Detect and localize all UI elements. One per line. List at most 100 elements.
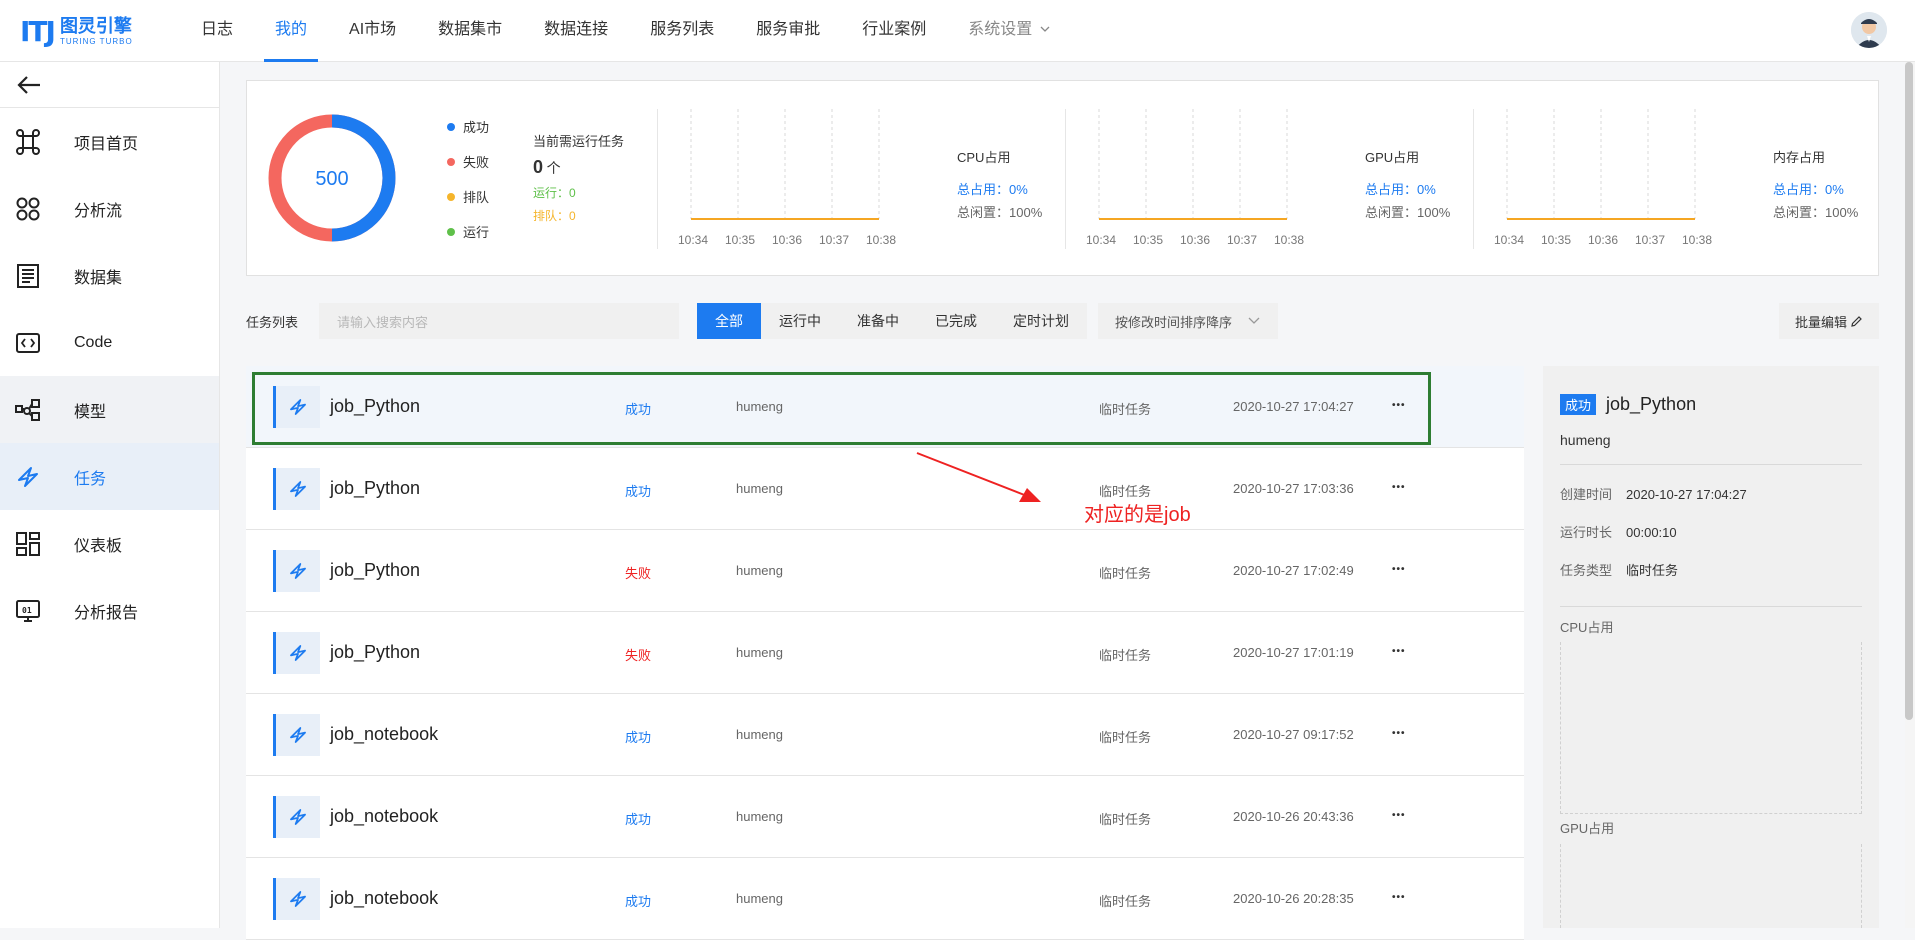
sidebar-item[interactable]: 分析流	[0, 175, 219, 242]
more-icon[interactable]: •••	[1392, 646, 1406, 657]
monitor-panel-2: 10:34 10:35 10:36 10:37 10:38 内存占用 总占用：0% 总闲置：1…	[1473, 109, 1868, 249]
job-type: 临时任务	[1099, 730, 1152, 745]
tab-3[interactable]: 已完成	[917, 303, 995, 339]
detail-created: 创建时间 2020-10-27 17:04:27	[1560, 484, 1747, 503]
more-icon[interactable]: •••	[1392, 892, 1406, 903]
sidebar-item[interactable]: 数据集	[0, 242, 219, 309]
monitor-panel-1: 10:34 10:35 10:36 10:37 10:38 GPU占用 总占用：0% 总闲置：…	[1065, 109, 1460, 249]
nav-item[interactable]: 系统设置	[947, 0, 1071, 62]
task-list-label: 任务列表	[246, 315, 299, 330]
user-avatar[interactable]	[1851, 12, 1887, 48]
sidebar-item-label: 分析报告	[74, 604, 139, 622]
legend-label: 运行	[463, 225, 490, 240]
table-row[interactable]: job_Python 失败 humeng 临时任务 2020-10-27 17:02:4…	[246, 530, 1524, 612]
job-status: 失败	[625, 566, 652, 581]
tab-0[interactable]: 全部	[697, 303, 761, 339]
avatar-icon	[1851, 12, 1887, 48]
code-icon	[14, 329, 42, 357]
legend-dot	[447, 157, 455, 166]
table-row[interactable]: job_Python 成功 humeng 临时任务 2020-10-27 17:04:2…	[246, 366, 1524, 448]
job-icon	[276, 878, 320, 920]
dataset-icon	[14, 262, 42, 290]
sidebar-item[interactable]: 模型	[0, 376, 219, 443]
table-row[interactable]: job_Python 失败 humeng 临时任务 2020-10-27 17:01:1…	[246, 612, 1524, 694]
job-type: 临时任务	[1099, 402, 1152, 417]
more-icon[interactable]: •••	[1392, 482, 1406, 493]
scrollbar-thumb[interactable]	[1905, 62, 1913, 720]
nav-item-label: AI市场	[349, 21, 397, 38]
monitor-label: CPU占用	[957, 150, 1011, 165]
sidebar-item-label: 数据集	[74, 269, 123, 287]
search-placeholder: 请输入搜索内容	[337, 314, 429, 330]
detail-title: job_Python	[1606, 394, 1697, 414]
nav-item-label: 服务列表	[650, 21, 715, 38]
donut-chart: 500	[268, 114, 396, 242]
brand-name-cn: 图灵引擎	[59, 15, 132, 36]
task-toolbar: 任务列表 请输入搜索内容 全部 运行中 准备中 已完成 定时计划 按修改时间排序降序 批…	[246, 302, 1879, 339]
tab-1[interactable]: 运行中	[761, 303, 839, 339]
tab-2[interactable]: 准备中	[839, 303, 917, 339]
sidebar-item[interactable]: 任务	[0, 443, 219, 510]
sidebar-item[interactable]: 项目首页	[0, 108, 219, 175]
monitor-tick: 10:35	[1133, 233, 1164, 247]
divider	[1560, 606, 1862, 607]
job-name[interactable]: job_Python	[330, 396, 420, 417]
detail-gpu-chart	[1560, 844, 1862, 928]
more-icon[interactable]: •••	[1392, 728, 1406, 739]
job-user: humeng	[736, 399, 783, 414]
nav-item[interactable]: 行业案例	[841, 0, 947, 62]
detail-duration-label: 运行时长	[1560, 525, 1613, 540]
table-row[interactable]: job_notebook 成功 humeng 临时任务 2020-10-27 09:17…	[246, 694, 1524, 776]
job-icon	[276, 632, 320, 674]
tab-4[interactable]: 定时计划	[995, 303, 1087, 339]
nav-item[interactable]: 数据连接	[523, 0, 629, 62]
job-name[interactable]: job_notebook	[330, 888, 438, 909]
job-name[interactable]: job_Python	[330, 560, 420, 581]
detail-type-label: 任务类型	[1560, 563, 1613, 578]
more-icon[interactable]: •••	[1392, 810, 1406, 821]
nav-item[interactable]: AI市场	[328, 0, 417, 62]
nav-item[interactable]: 数据集市	[417, 0, 523, 62]
nav-item[interactable]: 服务列表	[629, 0, 735, 62]
sort-select[interactable]: 按修改时间排序降序	[1098, 303, 1278, 339]
current-unit: 个	[546, 160, 561, 176]
current-title: 当前需运行任务	[533, 134, 625, 149]
detail-cpu-label: CPU占用	[1560, 620, 1614, 635]
sidebar-item[interactable]: 仪表板	[0, 510, 219, 577]
monitor-label: 内存占用	[1773, 150, 1826, 165]
nav-item-label: 行业案例	[862, 21, 927, 38]
brand-logo[interactable]: ITJ 图灵引擎 TURING TURBO	[20, 13, 133, 49]
job-icon	[276, 796, 320, 838]
job-name[interactable]: job_notebook	[330, 724, 438, 745]
detail-created-label: 创建时间	[1560, 487, 1613, 502]
job-icon	[276, 550, 320, 592]
monitor-panel-0: 10:34 10:35 10:36 10:37 10:38 CPU占用 总占用：0% 总闲置：…	[657, 109, 1052, 249]
nav-item[interactable]: 日志	[180, 0, 254, 62]
monitor-tick: 10:37	[1635, 233, 1666, 247]
table-row[interactable]: job_Python 成功 humeng 临时任务 2020-10-27 17:03:3…	[246, 448, 1524, 530]
job-time: 2020-10-27 17:03:36	[1233, 481, 1354, 496]
back-button[interactable]	[0, 62, 219, 108]
search-input[interactable]: 请输入搜索内容	[319, 303, 1058, 339]
more-icon[interactable]: •••	[1392, 400, 1406, 411]
nav-item[interactable]: 我的	[254, 0, 328, 62]
monitor-tick: 10:34	[1086, 233, 1117, 247]
job-name[interactable]: job_Python	[330, 478, 420, 499]
table-row[interactable]: job_notebook 成功 humeng 临时任务 2020-10-26 20:43…	[246, 776, 1524, 858]
monitor-tick: 10:37	[1227, 233, 1258, 247]
job-time: 2020-10-26 20:28:35	[1233, 891, 1354, 906]
detail-created-value: 2020-10-27 17:04:27	[1626, 487, 1747, 502]
sidebar-item[interactable]: Code	[0, 309, 219, 376]
legend-item: 失败	[447, 144, 489, 179]
detail-duration-value: 00:00:10	[1626, 525, 1677, 540]
more-icon[interactable]: •••	[1392, 564, 1406, 575]
nav-item[interactable]: 服务审批	[735, 0, 841, 62]
sidebar-item[interactable]: 01 分析报告	[0, 577, 219, 644]
job-type: 临时任务	[1099, 566, 1152, 581]
stats-panel: 500 成功 失败 排队 运行 当前需运行任务 0 个 运行：0 排队：0 10:34…	[246, 80, 1879, 276]
job-icon	[276, 468, 320, 510]
job-name[interactable]: job_Python	[330, 642, 420, 663]
detail-gpu-label: GPU占用	[1560, 821, 1615, 836]
job-name[interactable]: job_notebook	[330, 806, 438, 827]
batch-edit-button[interactable]: 批量编辑	[1779, 303, 1879, 339]
